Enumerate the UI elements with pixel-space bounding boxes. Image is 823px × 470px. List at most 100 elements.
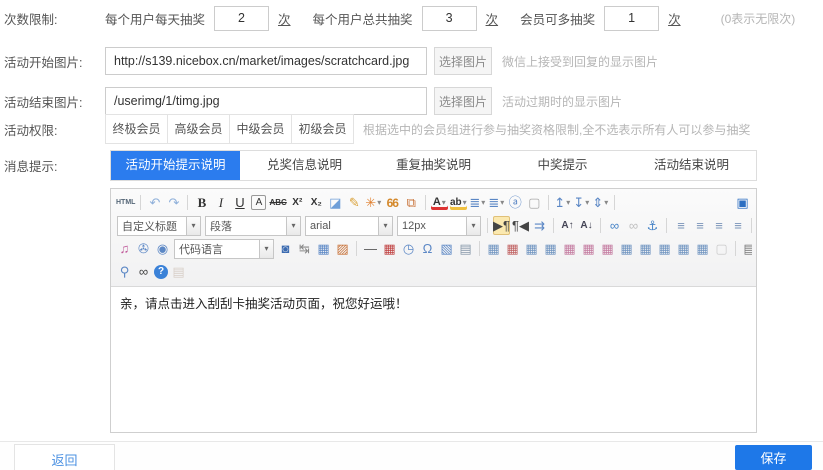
merge-cells-icon[interactable]: ▦: [656, 239, 673, 258]
delete-col-icon[interactable]: ▦: [580, 239, 597, 258]
chevron-down-icon[interactable]: ▾: [377, 199, 381, 207]
message-tab-3[interactable]: 中奖提示: [498, 151, 627, 180]
end-image-pick-button[interactable]: 选择图片: [434, 87, 492, 115]
insert-frame-icon[interactable]: ◉: [154, 239, 171, 258]
source-icon[interactable]: HTML: [116, 193, 135, 212]
chevron-down-icon[interactable]: ▾: [463, 199, 467, 207]
ordered-list-icon[interactable]: ≣▾: [469, 193, 486, 212]
music-icon[interactable]: ♫: [116, 239, 133, 258]
end-image-input[interactable]: [105, 87, 427, 115]
attachment-icon[interactable]: ✇: [135, 239, 152, 258]
time-icon[interactable]: ◷: [400, 239, 417, 258]
chevron-down-icon[interactable]: ▾: [442, 199, 446, 207]
chevron-down-icon[interactable]: ▾: [604, 199, 608, 207]
member-level-button-1[interactable]: 高级会员: [167, 114, 230, 144]
horizontal-rule-icon[interactable]: —: [362, 239, 379, 258]
unlink-icon[interactable]: ∞: [625, 216, 642, 235]
chevron-down-icon[interactable]: ▾: [259, 240, 273, 258]
member-level-button-2[interactable]: 中级会员: [229, 114, 292, 144]
paste-text-icon[interactable]: ⧉: [403, 193, 420, 212]
search-replace-icon[interactable]: ∞: [135, 262, 152, 281]
pagebreak-icon[interactable]: ↹: [296, 239, 313, 258]
undo-icon[interactable]: ↶: [146, 193, 163, 212]
font-size-up-icon[interactable]: A↑: [559, 216, 576, 235]
member-level-button-3[interactable]: 初级会员: [291, 114, 354, 144]
chevron-down-icon[interactable]: ▾: [585, 199, 589, 207]
font-color-icon[interactable]: A▾: [431, 195, 448, 210]
indent-icon[interactable]: ↥▾: [554, 193, 571, 212]
start-image-pick-button[interactable]: 选择图片: [434, 47, 492, 75]
split-cols-icon[interactable]: ▦: [694, 239, 711, 258]
align-center-icon[interactable]: ≡: [691, 216, 708, 235]
background-icon[interactable]: ▨: [334, 239, 351, 258]
align-justify-icon[interactable]: ≡: [729, 216, 746, 235]
align-left-icon[interactable]: ≡: [672, 216, 689, 235]
chevron-down-icon[interactable]: ▾: [566, 199, 570, 207]
eraser-icon[interactable]: ◪: [327, 193, 344, 212]
line-spacing-icon[interactable]: ⇕▾: [592, 193, 609, 212]
strikethrough-icon[interactable]: ABC: [269, 193, 286, 212]
chevron-down-icon[interactable]: ▾: [466, 217, 480, 235]
editor-content[interactable]: 亲，请点击进入刮刮卡抽奖活动页面，祝您好运哦！: [111, 287, 756, 432]
merge-right-icon[interactable]: ▦: [618, 239, 635, 258]
total-input[interactable]: [422, 6, 477, 31]
superscript-icon[interactable]: X²: [289, 193, 306, 212]
message-tab-1[interactable]: 兑奖信息说明: [240, 151, 369, 180]
formula-icon[interactable]: ▧: [438, 239, 455, 258]
blank-doc-icon[interactable]: ▢: [526, 193, 543, 212]
back-button[interactable]: 返回: [14, 444, 115, 470]
code-language-select[interactable]: 代码语言▾: [174, 239, 274, 259]
paragraph-select[interactable]: 段落▾: [205, 216, 301, 236]
insert-code-icon[interactable]: ◙: [277, 239, 294, 258]
text-indent-icon[interactable]: ⇉: [531, 216, 548, 235]
insert-col-icon[interactable]: ▦: [542, 239, 559, 258]
merge-down-icon[interactable]: ▦: [637, 239, 654, 258]
split-rows-icon[interactable]: ▦: [675, 239, 692, 258]
underline-icon[interactable]: U: [231, 193, 248, 212]
preview-icon[interactable]: ⚲: [116, 262, 133, 281]
paste-icon[interactable]: ▤: [170, 262, 187, 281]
special-char-icon[interactable]: Ω: [419, 239, 436, 258]
member-level-button-0[interactable]: 终极会员: [105, 114, 168, 144]
message-tab-0[interactable]: 活动开始提示说明: [111, 151, 240, 180]
fullscreen-icon[interactable]: ▣: [734, 193, 751, 212]
insert-row-icon[interactable]: ▦: [523, 239, 540, 258]
insert-table-icon[interactable]: ▦: [485, 239, 502, 258]
anchor-ref-icon[interactable]: ⓐ: [507, 193, 524, 212]
delete-row-icon[interactable]: ▦: [561, 239, 578, 258]
rtl-icon[interactable]: ¶◀: [512, 216, 529, 235]
edit-image-icon[interactable]: ▤: [457, 239, 474, 258]
start-image-input[interactable]: [105, 47, 427, 75]
date-icon[interactable]: ▦: [381, 239, 398, 258]
custom-title-select[interactable]: 自定义标题▾: [117, 216, 201, 236]
print-icon[interactable]: ▤: [741, 239, 752, 258]
chevron-down-icon[interactable]: ▾: [378, 217, 392, 235]
chevron-down-icon[interactable]: ▾: [500, 199, 504, 207]
auto-typeset-icon[interactable]: ✳▾: [365, 193, 382, 212]
blockquote-icon[interactable]: 66: [384, 193, 401, 212]
save-button[interactable]: 保存: [735, 445, 812, 470]
chevron-down-icon[interactable]: ▾: [186, 217, 200, 235]
message-tab-4[interactable]: 活动结束说明: [627, 151, 756, 180]
font-size-select[interactable]: 12px▾: [397, 216, 481, 236]
help-icon[interactable]: ?: [154, 265, 168, 279]
bordered-text-icon[interactable]: A: [251, 195, 266, 210]
unordered-list-icon[interactable]: ≣▾: [488, 193, 505, 212]
split-cell-icon[interactable]: ▦: [599, 239, 616, 258]
delete-table-icon[interactable]: ▦: [504, 239, 521, 258]
template-icon[interactable]: ▦: [315, 239, 332, 258]
chevron-down-icon[interactable]: ▾: [481, 199, 485, 207]
ltr-icon[interactable]: ▶¶: [493, 216, 510, 235]
bold-icon[interactable]: B: [193, 193, 210, 212]
font-family-select[interactable]: arial▾: [305, 216, 393, 236]
paragraph-spacing-icon[interactable]: ↧▾: [573, 193, 590, 212]
link-icon[interactable]: ∞: [606, 216, 623, 235]
chevron-down-icon[interactable]: ▾: [286, 217, 300, 235]
italic-icon[interactable]: I: [212, 193, 229, 212]
redo-icon[interactable]: ↷: [165, 193, 182, 212]
format-brush-icon[interactable]: ✎: [346, 193, 363, 212]
font-size-down-icon[interactable]: A↓: [578, 216, 595, 235]
table-doc-icon[interactable]: ▢: [713, 239, 730, 258]
highlight-color-icon[interactable]: ab▾: [450, 195, 467, 210]
per-day-input[interactable]: [214, 6, 269, 31]
